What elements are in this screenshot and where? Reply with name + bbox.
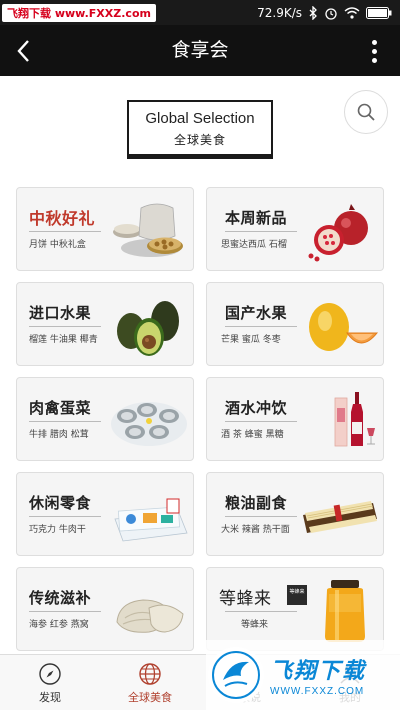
category-title: 传统滋补 xyxy=(29,589,92,607)
category-card-tonics[interactable]: 传统滋补 海参 红参 燕窝 xyxy=(16,567,194,651)
melon-image xyxy=(309,303,379,351)
category-subtitle: 芒果 蜜瓜 冬枣 xyxy=(221,335,281,345)
category-card-drinks[interactable]: 酒水冲饮 酒 茶 蜂蜜 黑糖 xyxy=(206,377,384,461)
nav-label: 全球美食 xyxy=(128,690,172,704)
wing-icon xyxy=(212,651,260,699)
mooncake-image xyxy=(113,203,183,257)
wine-image xyxy=(334,392,375,447)
category-card-new-arrivals[interactable]: 本周新品 思蜜达西瓜 石榴 xyxy=(206,187,384,271)
category-card-meat-eggs[interactable]: 肉禽蛋菜 牛排 腊肉 松茸 xyxy=(16,377,194,461)
birdnest-image xyxy=(116,599,184,633)
category-subtitle: 大米 辣酱 热干面 xyxy=(221,525,290,535)
network-speed: 72.9K/s xyxy=(257,5,302,20)
bluetooth-icon xyxy=(309,5,317,20)
category-card-grains-oil[interactable]: 粮油副食 大米 辣酱 热干面 xyxy=(206,472,384,556)
global-selection-banner: Global Selection 全球美食 xyxy=(127,100,273,156)
category-card-snacks[interactable]: 休闲零食 巧克力 牛肉干 xyxy=(16,472,194,556)
category-subtitle: 等蜂来 xyxy=(241,620,269,630)
divider xyxy=(29,326,101,327)
noodles-image xyxy=(303,501,377,533)
more-menu-button[interactable] xyxy=(362,36,386,66)
category-title: 进口水果 xyxy=(29,304,92,322)
divider xyxy=(225,611,297,612)
category-subtitle: 海参 红参 燕窝 xyxy=(29,620,89,630)
category-title: 本周新品 xyxy=(225,209,288,227)
chevron-left-icon xyxy=(17,40,29,62)
category-title: 等蜂来 xyxy=(219,589,272,609)
nav-discover[interactable]: 发现 xyxy=(0,655,100,710)
wifi-icon xyxy=(344,6,360,19)
category-title: 国产水果 xyxy=(225,304,288,322)
watermark-url: WWW.FXXZ.COM xyxy=(270,686,365,697)
category-subtitle: 巧克力 牛肉干 xyxy=(29,525,86,535)
more-dot-icon xyxy=(371,39,377,45)
category-title: 肉禽蛋菜 xyxy=(29,399,92,417)
pomegranate-image xyxy=(308,204,368,262)
category-title: 粮油副食 xyxy=(225,494,288,512)
category-card-domestic-fruit[interactable]: 国产水果 芒果 蜜瓜 冬枣 xyxy=(206,282,384,366)
status-icons: 72.9K/s xyxy=(257,0,392,25)
oysters-image xyxy=(111,402,187,446)
battery-icon xyxy=(366,6,392,19)
category-subtitle: 榴莲 牛油果 椰青 xyxy=(29,335,98,345)
watermark-logo xyxy=(208,647,264,703)
category-title: 休闲零食 xyxy=(29,494,92,512)
category-subtitle: 月饼 中秋礼盒 xyxy=(29,240,86,250)
avocado-image xyxy=(117,301,179,356)
nav-label: 发现 xyxy=(39,690,61,704)
divider xyxy=(225,421,297,422)
banner-title-cn: 全球美食 xyxy=(173,133,226,147)
watermark-top: 飞翔下载 www.FXXZ.com xyxy=(2,4,156,22)
honey-jar-image xyxy=(325,580,365,642)
divider xyxy=(29,611,101,612)
status-bar: 飞翔下载 www.FXXZ.com 72.9K/s xyxy=(0,0,400,25)
divider xyxy=(225,231,297,232)
nav-global-food[interactable]: 全球美食 xyxy=(100,655,200,710)
category-card-mid-autumn[interactable]: 中秋好礼 月饼 中秋礼盒 xyxy=(16,187,194,271)
divider xyxy=(225,516,297,517)
banner-title-en: Global Selection xyxy=(145,110,255,127)
alarm-icon xyxy=(325,7,337,20)
divider xyxy=(29,516,101,517)
more-dot-icon xyxy=(371,57,377,63)
compass-icon xyxy=(39,662,61,685)
category-title: 中秋好礼 xyxy=(29,209,96,228)
category-card-honey[interactable]: 等蜂来 等蜂来 等蜂来 xyxy=(206,567,384,651)
search-icon xyxy=(357,103,375,121)
search-button[interactable] xyxy=(344,90,388,134)
watermark-bottom: 飞翔下载 WWW.FXXZ.COM xyxy=(206,640,400,710)
divider xyxy=(225,326,297,327)
category-subtitle: 酒 茶 蜂蜜 黑糖 xyxy=(221,430,284,440)
watermark-title: 飞翔下载 xyxy=(270,659,367,684)
globe-icon xyxy=(139,662,161,685)
app-top-bar: 食享会 xyxy=(0,25,400,76)
category-card-imported-fruit[interactable]: 进口水果 榴莲 牛油果 椰青 xyxy=(16,282,194,366)
more-dot-icon xyxy=(371,48,377,54)
category-subtitle: 思蜜达西瓜 石榴 xyxy=(221,240,287,250)
divider xyxy=(29,421,101,422)
section-header: Global Selection 全球美食 xyxy=(0,76,400,176)
back-button[interactable] xyxy=(8,35,40,67)
page-title: 食享会 xyxy=(171,39,229,61)
category-subtitle: 牛排 腊肉 松茸 xyxy=(29,430,89,440)
category-grid: 中秋好礼 月饼 中秋礼盒 本周新品 思蜜达西瓜 石榴 进口水果 榴莲 牛油果 椰… xyxy=(0,176,400,654)
snack-box-image xyxy=(114,498,188,542)
divider xyxy=(29,231,101,232)
category-title: 酒水冲饮 xyxy=(225,399,288,417)
